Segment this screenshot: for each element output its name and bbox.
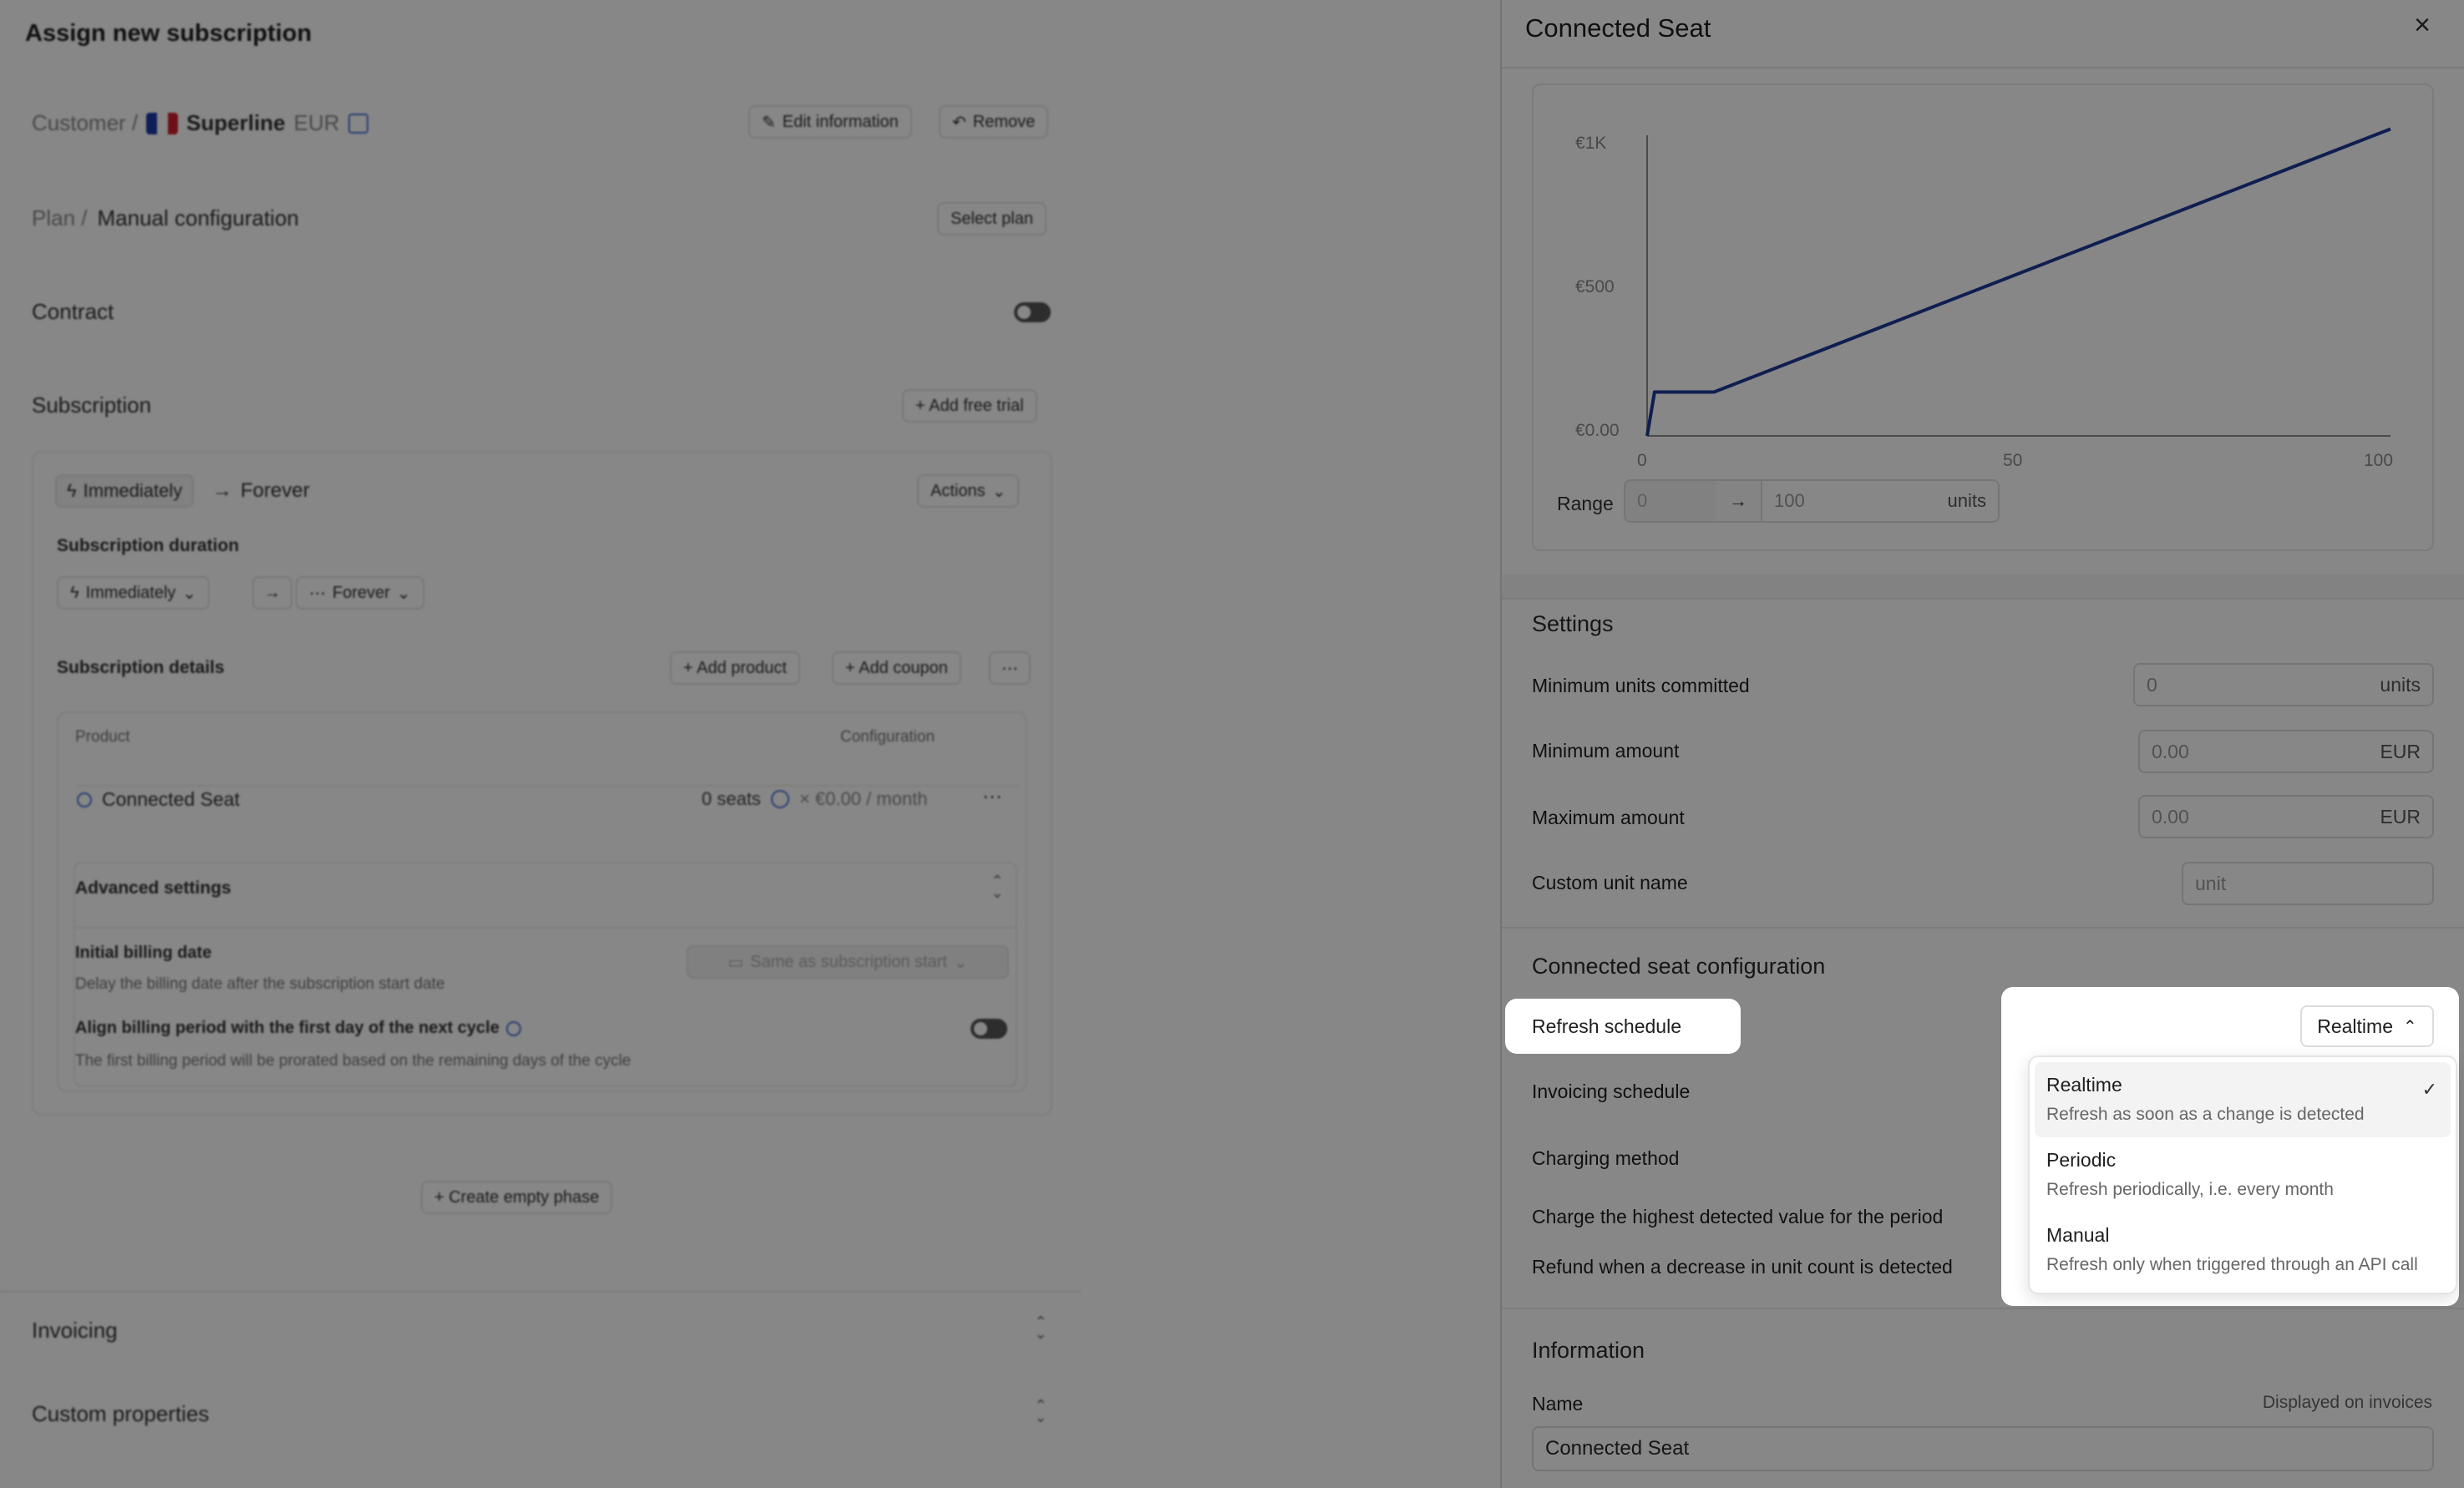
name-label: Name bbox=[1532, 1393, 1584, 1415]
option-periodic[interactable]: Periodic Refresh periodically, i.e. ever… bbox=[2035, 1137, 2451, 1212]
side-panel: Connected Seat × €1K €500 €0.00 0 50 100… bbox=[1500, 0, 2464, 1488]
section-band bbox=[1502, 574, 2464, 598]
chevron-up-icon: ⌃ bbox=[2403, 1017, 2417, 1036]
seat-config-heading: Connected seat configuration bbox=[1532, 954, 1826, 979]
custom-unit-name-label: Custom unit name bbox=[1532, 872, 1688, 893]
arrow-right-icon: → bbox=[1716, 479, 1761, 523]
close-icon[interactable]: × bbox=[2409, 11, 2436, 39]
min-amount-input[interactable]: 0.00 EUR bbox=[2138, 730, 2434, 773]
name-hint: Displayed on invoices bbox=[2262, 1393, 2432, 1412]
range-label: Range bbox=[1557, 493, 1614, 514]
max-amount-label: Maximum amount bbox=[1532, 807, 1685, 828]
refresh-schedule-select[interactable]: Realtime ⌃ bbox=[2300, 1005, 2434, 1047]
range-to-value: 100 bbox=[1774, 490, 1805, 511]
invoicing-schedule-label: Invoicing schedule bbox=[1532, 1081, 1691, 1102]
information-heading: Information bbox=[1532, 1338, 1645, 1363]
min-amount-label: Minimum amount bbox=[1532, 740, 1680, 762]
section-divider bbox=[1502, 1308, 2464, 1309]
header-divider bbox=[1502, 67, 2464, 68]
min-units-label: Minimum units committed bbox=[1532, 675, 1750, 696]
range-from-input[interactable]: 0 bbox=[1624, 479, 1717, 523]
settings-heading: Settings bbox=[1532, 611, 1614, 636]
charging-method-label: Charging method bbox=[1532, 1147, 1680, 1169]
option-realtime[interactable]: Realtime Refresh as soon as a change is … bbox=[2035, 1062, 2451, 1137]
max-amount-input[interactable]: 0.00 EUR bbox=[2138, 795, 2434, 838]
charge-highest-label: Charge the highest detected value for th… bbox=[1532, 1206, 1944, 1227]
custom-unit-name-input[interactable]: unit bbox=[2182, 862, 2434, 905]
min-units-input[interactable]: 0 units bbox=[2133, 663, 2434, 706]
section-divider bbox=[1502, 598, 2464, 600]
panel-title: Connected Seat bbox=[1525, 13, 1711, 43]
modal-overlay[interactable] bbox=[0, 0, 1500, 1488]
range-to-input[interactable]: 100 units bbox=[1761, 479, 2000, 523]
section-divider bbox=[1502, 927, 2464, 929]
option-manual[interactable]: Manual Refresh only when triggered throu… bbox=[2035, 1212, 2451, 1288]
check-icon: ✓ bbox=[2421, 1079, 2437, 1100]
refresh-schedule-dropdown: Realtime Refresh as soon as a change is … bbox=[2028, 1055, 2457, 1294]
name-input[interactable]: Connected Seat bbox=[1532, 1426, 2434, 1471]
refresh-schedule-label: Refresh schedule bbox=[1532, 1015, 1681, 1037]
range-unit: units bbox=[1947, 490, 1986, 511]
refund-decrease-label: Refund when a decrease in unit count is … bbox=[1532, 1256, 1953, 1278]
series-line bbox=[1645, 127, 2391, 437]
